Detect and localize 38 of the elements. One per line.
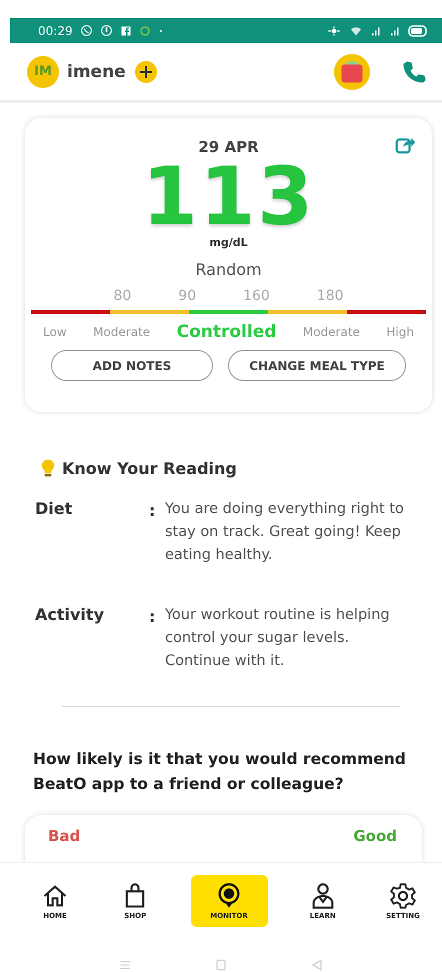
advice-text: Your workout routine is helping control your sugar levels. Continue with it. — [165, 606, 391, 671]
scale-high-label: Good — [353, 827, 397, 847]
add-icon — [134, 60, 158, 84]
battery-icon — [408, 24, 428, 36]
clock-time: 00:29 — [38, 24, 73, 38]
advice-text: You are doing everything right to stay on track. Great going! Keep eating healthy. — [165, 500, 405, 565]
zone-label: Low — [43, 325, 67, 339]
threshold-label: 80 — [113, 287, 132, 306]
row-label: Diet — [35, 498, 74, 520]
threshold-label: 90 — [178, 287, 196, 306]
unit-label: mg/dL — [209, 236, 248, 251]
glucose-value: 113 — [142, 158, 315, 236]
ring-icon — [138, 24, 151, 36]
wallet-icon — [334, 54, 370, 90]
user-name: imene — [67, 62, 126, 82]
threshold-label: 160 — [243, 287, 270, 306]
scale-low-label: Bad — [48, 827, 80, 847]
square-app-icon — [120, 24, 132, 36]
add-notes-button[interactable]: ADD NOTES — [51, 350, 213, 381]
separator: : — [149, 606, 156, 628]
meal-type: Random — [195, 259, 262, 281]
signal-icon — [389, 24, 401, 36]
zone-label: High — [386, 325, 414, 339]
dot-icon — [158, 28, 164, 34]
reading-date: 29 APR — [198, 138, 259, 158]
wifi-icon — [349, 24, 363, 36]
separator: : — [149, 500, 156, 522]
section-title: Know Your Reading — [62, 458, 237, 478]
threshold-label: 180 — [316, 287, 344, 306]
zone-label: Moderate — [93, 325, 150, 339]
notification-icon — [100, 24, 113, 37]
signal-icon — [370, 24, 382, 36]
zone-label: Controlled — [176, 322, 276, 342]
row-label: Activity — [35, 604, 105, 626]
settings-icon — [389, 882, 417, 910]
zone-label: Moderate — [302, 325, 360, 339]
change-meal-type-button[interactable]: CHANGE MEAL TYPE — [228, 350, 406, 381]
survey-question: How likely is it that you would recommend BeatO app to a friend or colleague? — [33, 749, 407, 795]
